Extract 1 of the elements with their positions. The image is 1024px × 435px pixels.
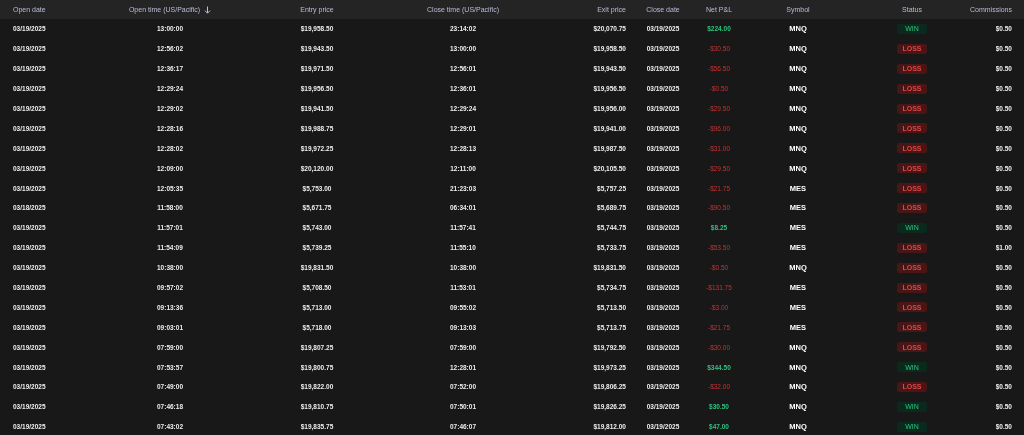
sort-arrow-icon[interactable]	[204, 5, 212, 14]
